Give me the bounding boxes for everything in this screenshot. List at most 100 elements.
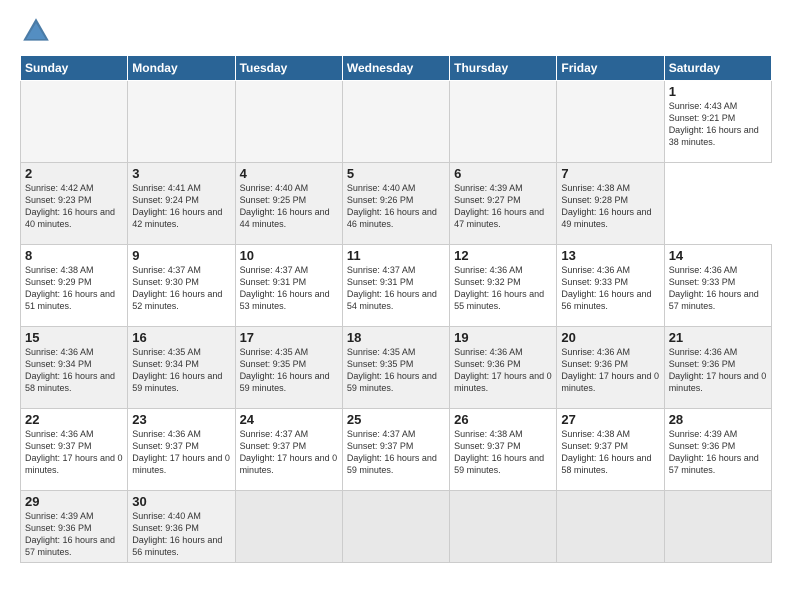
calendar-cell: 14Sunrise: 4:36 AMSunset: 9:33 PMDayligh… — [664, 245, 771, 327]
day-number: 9 — [132, 248, 230, 263]
day-info: Sunrise: 4:40 AMSunset: 9:25 PMDaylight:… — [240, 182, 338, 231]
calendar-cell: 26Sunrise: 4:38 AMSunset: 9:37 PMDayligh… — [450, 409, 557, 491]
calendar-cell — [235, 81, 342, 163]
day-info: Sunrise: 4:37 AMSunset: 9:31 PMDaylight:… — [240, 264, 338, 313]
calendar-cell — [342, 81, 449, 163]
day-info: Sunrise: 4:36 AMSunset: 9:33 PMDaylight:… — [561, 264, 659, 313]
day-info: Sunrise: 4:37 AMSunset: 9:37 PMDaylight:… — [347, 428, 445, 477]
week-row-2: 2Sunrise: 4:42 AMSunset: 9:23 PMDaylight… — [21, 163, 772, 245]
day-info: Sunrise: 4:36 AMSunset: 9:33 PMDaylight:… — [669, 264, 767, 313]
weekday-header-sunday: Sunday — [21, 56, 128, 81]
day-info: Sunrise: 4:36 AMSunset: 9:37 PMDaylight:… — [25, 428, 123, 477]
calendar-cell: 16Sunrise: 4:35 AMSunset: 9:34 PMDayligh… — [128, 327, 235, 409]
day-number: 18 — [347, 330, 445, 345]
calendar-cell: 21Sunrise: 4:36 AMSunset: 9:36 PMDayligh… — [664, 327, 771, 409]
day-info: Sunrise: 4:37 AMSunset: 9:30 PMDaylight:… — [132, 264, 230, 313]
day-info: Sunrise: 4:35 AMSunset: 9:35 PMDaylight:… — [240, 346, 338, 395]
calendar-cell: 30Sunrise: 4:40 AMSunset: 9:36 PMDayligh… — [128, 491, 235, 563]
day-number: 5 — [347, 166, 445, 181]
day-number: 24 — [240, 412, 338, 427]
day-info: Sunrise: 4:38 AMSunset: 9:28 PMDaylight:… — [561, 182, 659, 231]
calendar-cell: 6Sunrise: 4:39 AMSunset: 9:27 PMDaylight… — [450, 163, 557, 245]
calendar-cell: 13Sunrise: 4:36 AMSunset: 9:33 PMDayligh… — [557, 245, 664, 327]
day-number: 17 — [240, 330, 338, 345]
calendar-cell: 10Sunrise: 4:37 AMSunset: 9:31 PMDayligh… — [235, 245, 342, 327]
day-number: 26 — [454, 412, 552, 427]
calendar-cell: 28Sunrise: 4:39 AMSunset: 9:36 PMDayligh… — [664, 409, 771, 491]
calendar-cell: 24Sunrise: 4:37 AMSunset: 9:37 PMDayligh… — [235, 409, 342, 491]
logo — [20, 15, 56, 47]
day-info: Sunrise: 4:38 AMSunset: 9:37 PMDaylight:… — [454, 428, 552, 477]
calendar-cell: 22Sunrise: 4:36 AMSunset: 9:37 PMDayligh… — [21, 409, 128, 491]
calendar-cell: 5Sunrise: 4:40 AMSunset: 9:26 PMDaylight… — [342, 163, 449, 245]
day-number: 11 — [347, 248, 445, 263]
day-number: 30 — [132, 494, 230, 509]
calendar-cell — [235, 491, 342, 563]
weekday-header-monday: Monday — [128, 56, 235, 81]
calendar-cell: 12Sunrise: 4:36 AMSunset: 9:32 PMDayligh… — [450, 245, 557, 327]
week-row-3: 8Sunrise: 4:38 AMSunset: 9:29 PMDaylight… — [21, 245, 772, 327]
calendar-cell: 19Sunrise: 4:36 AMSunset: 9:36 PMDayligh… — [450, 327, 557, 409]
weekday-header-wednesday: Wednesday — [342, 56, 449, 81]
calendar-cell: 23Sunrise: 4:36 AMSunset: 9:37 PMDayligh… — [128, 409, 235, 491]
day-number: 16 — [132, 330, 230, 345]
day-number: 13 — [561, 248, 659, 263]
calendar-cell: 11Sunrise: 4:37 AMSunset: 9:31 PMDayligh… — [342, 245, 449, 327]
calendar-cell: 9Sunrise: 4:37 AMSunset: 9:30 PMDaylight… — [128, 245, 235, 327]
week-row-4: 15Sunrise: 4:36 AMSunset: 9:34 PMDayligh… — [21, 327, 772, 409]
day-info: Sunrise: 4:35 AMSunset: 9:34 PMDaylight:… — [132, 346, 230, 395]
calendar-cell: 29Sunrise: 4:39 AMSunset: 9:36 PMDayligh… — [21, 491, 128, 563]
day-number: 4 — [240, 166, 338, 181]
day-number: 7 — [561, 166, 659, 181]
calendar-cell: 17Sunrise: 4:35 AMSunset: 9:35 PMDayligh… — [235, 327, 342, 409]
day-info: Sunrise: 4:40 AMSunset: 9:26 PMDaylight:… — [347, 182, 445, 231]
calendar-cell: 3Sunrise: 4:41 AMSunset: 9:24 PMDaylight… — [128, 163, 235, 245]
day-info: Sunrise: 4:36 AMSunset: 9:36 PMDaylight:… — [561, 346, 659, 395]
day-info: Sunrise: 4:40 AMSunset: 9:36 PMDaylight:… — [132, 510, 230, 559]
weekday-header-friday: Friday — [557, 56, 664, 81]
calendar-cell — [21, 81, 128, 163]
weekday-header-saturday: Saturday — [664, 56, 771, 81]
header — [20, 15, 772, 47]
day-number: 22 — [25, 412, 123, 427]
calendar-cell: 25Sunrise: 4:37 AMSunset: 9:37 PMDayligh… — [342, 409, 449, 491]
day-info: Sunrise: 4:39 AMSunset: 9:27 PMDaylight:… — [454, 182, 552, 231]
day-info: Sunrise: 4:41 AMSunset: 9:24 PMDaylight:… — [132, 182, 230, 231]
day-info: Sunrise: 4:36 AMSunset: 9:37 PMDaylight:… — [132, 428, 230, 477]
day-number: 15 — [25, 330, 123, 345]
day-info: Sunrise: 4:36 AMSunset: 9:34 PMDaylight:… — [25, 346, 123, 395]
logo-icon — [20, 15, 52, 47]
day-info: Sunrise: 4:35 AMSunset: 9:35 PMDaylight:… — [347, 346, 445, 395]
calendar-cell — [557, 81, 664, 163]
day-number: 21 — [669, 330, 767, 345]
day-number: 8 — [25, 248, 123, 263]
weekday-header-row: SundayMondayTuesdayWednesdayThursdayFrid… — [21, 56, 772, 81]
calendar-cell: 27Sunrise: 4:38 AMSunset: 9:37 PMDayligh… — [557, 409, 664, 491]
day-number: 10 — [240, 248, 338, 263]
calendar-cell — [450, 81, 557, 163]
day-info: Sunrise: 4:36 AMSunset: 9:36 PMDaylight:… — [454, 346, 552, 395]
day-number: 25 — [347, 412, 445, 427]
day-info: Sunrise: 4:38 AMSunset: 9:37 PMDaylight:… — [561, 428, 659, 477]
day-number: 28 — [669, 412, 767, 427]
calendar-cell — [557, 491, 664, 563]
day-info: Sunrise: 4:36 AMSunset: 9:36 PMDaylight:… — [669, 346, 767, 395]
page: SundayMondayTuesdayWednesdayThursdayFrid… — [0, 0, 792, 612]
calendar-cell: 7Sunrise: 4:38 AMSunset: 9:28 PMDaylight… — [557, 163, 664, 245]
day-info: Sunrise: 4:37 AMSunset: 9:31 PMDaylight:… — [347, 264, 445, 313]
day-info: Sunrise: 4:36 AMSunset: 9:32 PMDaylight:… — [454, 264, 552, 313]
calendar-cell — [128, 81, 235, 163]
calendar-cell: 20Sunrise: 4:36 AMSunset: 9:36 PMDayligh… — [557, 327, 664, 409]
calendar-cell: 8Sunrise: 4:38 AMSunset: 9:29 PMDaylight… — [21, 245, 128, 327]
day-info: Sunrise: 4:43 AMSunset: 9:21 PMDaylight:… — [669, 100, 767, 149]
calendar-cell: 1Sunrise: 4:43 AMSunset: 9:21 PMDaylight… — [664, 81, 771, 163]
calendar-cell: 2Sunrise: 4:42 AMSunset: 9:23 PMDaylight… — [21, 163, 128, 245]
weekday-header-tuesday: Tuesday — [235, 56, 342, 81]
day-number: 20 — [561, 330, 659, 345]
weekday-header-thursday: Thursday — [450, 56, 557, 81]
day-info: Sunrise: 4:42 AMSunset: 9:23 PMDaylight:… — [25, 182, 123, 231]
calendar-cell — [342, 491, 449, 563]
calendar-cell — [450, 491, 557, 563]
calendar-cell: 15Sunrise: 4:36 AMSunset: 9:34 PMDayligh… — [21, 327, 128, 409]
day-number: 6 — [454, 166, 552, 181]
